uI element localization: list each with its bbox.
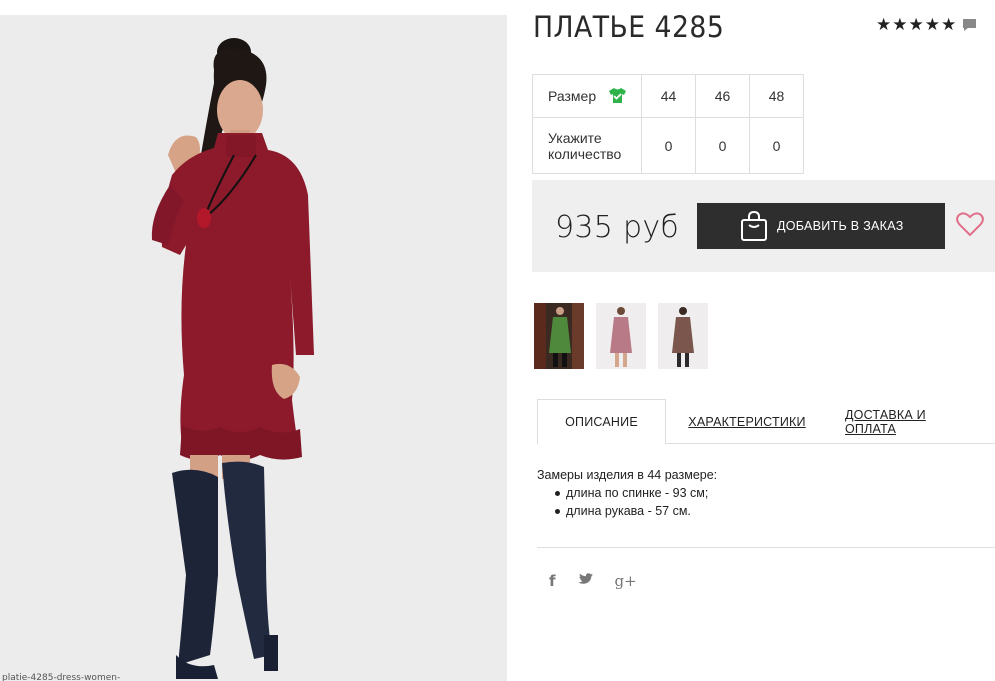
size-48: 48 bbox=[749, 74, 804, 118]
product-photo-illustration bbox=[0, 15, 507, 681]
section-divider bbox=[537, 547, 995, 548]
variant-pink-image bbox=[596, 303, 646, 369]
description-list: длина по спинке - 93 см; длина рукава - … bbox=[555, 484, 717, 520]
star-icon[interactable]: ★ bbox=[909, 16, 924, 33]
quantity-label-cell: Укажите количество bbox=[532, 117, 642, 174]
product-description: Замеры изделия в 44 размере: длина по сп… bbox=[537, 466, 717, 520]
product-rating[interactable]: ★ ★ ★ ★ ★ bbox=[876, 16, 977, 33]
size-label: Размер bbox=[548, 88, 597, 104]
tab-characteristics[interactable]: ХАРАКТЕРИСТИКИ bbox=[687, 399, 807, 444]
variant-thumbnail-green[interactable] bbox=[534, 303, 584, 369]
size-44: 44 bbox=[641, 74, 696, 118]
shopping-bag-icon bbox=[741, 210, 767, 241]
quantity-label-line1: Укажите bbox=[548, 129, 602, 146]
size-46: 46 bbox=[695, 74, 750, 118]
comment-icon[interactable] bbox=[962, 18, 977, 32]
quantity-48-input[interactable]: 0 bbox=[749, 117, 804, 174]
twitter-bird-shape bbox=[577, 573, 593, 584]
list-item: длина рукава - 57 см. bbox=[555, 502, 717, 520]
add-to-order-button[interactable]: ДОБАВИТЬ В ЗАКАЗ bbox=[697, 203, 945, 249]
tab-description[interactable]: ОПИСАНИЕ bbox=[537, 399, 666, 445]
twitter-icon[interactable] bbox=[577, 572, 593, 590]
add-to-order-label: ДОБАВИТЬ В ЗАКАЗ bbox=[777, 219, 904, 233]
description-intro: Замеры изделия в 44 размере: bbox=[537, 468, 718, 482]
star-icon[interactable]: ★ bbox=[925, 16, 940, 33]
heart-icon[interactable] bbox=[956, 211, 984, 237]
star-icon[interactable]: ★ bbox=[941, 16, 956, 33]
social-share: f g+ bbox=[549, 572, 637, 590]
tshirt-check-icon[interactable] bbox=[608, 87, 627, 104]
variant-thumbnail-brown[interactable] bbox=[658, 303, 708, 369]
quantity-label-line2: количество bbox=[548, 145, 622, 162]
google-plus-icon[interactable]: g+ bbox=[615, 572, 637, 590]
variant-thumbnail-pink[interactable] bbox=[596, 303, 646, 369]
size-label-cell: Размер bbox=[532, 74, 642, 118]
quantity-46-input[interactable]: 0 bbox=[695, 117, 750, 174]
product-tabs: ОПИСАНИЕ ХАРАКТЕРИСТИКИ ДОСТАВКА И ОПЛАТ… bbox=[537, 399, 995, 445]
star-icon[interactable]: ★ bbox=[876, 16, 891, 33]
quantity-44-input[interactable]: 0 bbox=[641, 117, 696, 174]
product-photo[interactable]: platie-4285-dress-women- bbox=[0, 15, 507, 681]
product-title: ПЛАТЬЕ 4285 bbox=[533, 10, 725, 44]
product-price: 935 руб bbox=[555, 210, 680, 245]
color-variants bbox=[534, 303, 708, 369]
size-quantity-table: Размер 44 46 48 Укажите количество 0 0 0 bbox=[532, 74, 804, 174]
list-item: длина по спинке - 93 см; bbox=[555, 484, 717, 502]
variant-green-image bbox=[534, 303, 584, 369]
tab-delivery-payment[interactable]: ДОСТАВКА И ОПЛАТА bbox=[845, 399, 975, 444]
photo-caption: platie-4285-dress-women- bbox=[2, 673, 121, 681]
facebook-icon[interactable]: f bbox=[549, 572, 556, 590]
price-box: 935 руб ДОБАВИТЬ В ЗАКАЗ bbox=[532, 180, 995, 272]
variant-brown-image bbox=[658, 303, 708, 369]
star-icon[interactable]: ★ bbox=[892, 16, 907, 33]
